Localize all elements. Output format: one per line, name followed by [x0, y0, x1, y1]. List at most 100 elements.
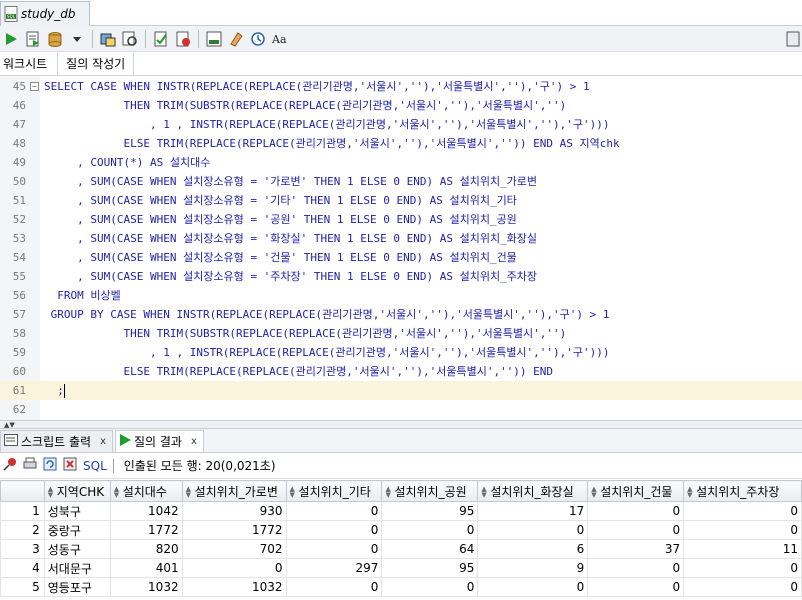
- table-cell[interactable]: 0: [285, 520, 383, 540]
- table-cell[interactable]: 1772: [109, 520, 183, 540]
- table-row[interactable]: 2 중랑구 1772 1772 0 0 0 0 0: [0, 520, 802, 540]
- tab-query-result[interactable]: 질의 결과 x: [114, 430, 204, 452]
- code-line[interactable]: 56 FROM 비상벨: [0, 286, 802, 305]
- table-cell[interactable]: 9: [477, 558, 589, 578]
- table-cell[interactable]: 0: [683, 501, 802, 521]
- table-row[interactable]: 3 성동구 820 702 0 64 6 37 11: [0, 539, 802, 559]
- commit-icon[interactable]: [46, 30, 64, 48]
- delete-icon[interactable]: [63, 457, 77, 474]
- table-cell[interactable]: 0: [683, 520, 802, 540]
- table-cell[interactable]: 서대문구: [43, 558, 111, 578]
- sql-editor[interactable]: 45− SELECT CASE WHEN INSTR(REPLACE(REPLAC…: [0, 76, 802, 420]
- table-row[interactable]: 4 서대문구 401 0 297 95 9 0 0: [0, 558, 802, 578]
- explain-plan-icon[interactable]: [99, 30, 117, 48]
- panel-splitter[interactable]: ▲▼: [0, 420, 802, 429]
- table-cell[interactable]: 영등포구: [43, 577, 111, 597]
- column-header[interactable]: ▲ ▼ 설치위치_화장실: [477, 480, 589, 502]
- tab-worksheet[interactable]: 워크시트: [0, 52, 59, 76]
- column-header[interactable]: ▲ ▼ 설치위치_공원: [381, 480, 479, 502]
- code-line[interactable]: 60 ELSE TRIM(REPLACE(REPLACE(관리기관명,'서울시'…: [0, 362, 802, 381]
- dropdown-arrow-icon[interactable]: [68, 30, 86, 48]
- table-cell[interactable]: 0: [587, 577, 685, 597]
- table-cell[interactable]: 0: [477, 520, 589, 540]
- autotrace-icon[interactable]: [121, 30, 139, 48]
- table-cell[interactable]: 297: [285, 558, 383, 578]
- table-cell[interactable]: 17: [477, 501, 589, 521]
- table-cell[interactable]: 0: [683, 577, 802, 597]
- table-cell[interactable]: 성동구: [43, 539, 111, 559]
- column-header[interactable]: ▲ ▼ 지역CHK: [43, 480, 111, 502]
- tab-script-output[interactable]: 스크립트 출력 x: [0, 430, 113, 452]
- code-line[interactable]: 50 , SUM(CASE WHEN 설치장소유형 = '가로변' THEN 1…: [0, 172, 802, 191]
- history-icon[interactable]: [249, 30, 267, 48]
- close-icon[interactable]: x: [191, 436, 197, 447]
- table-cell[interactable]: 64: [381, 539, 479, 559]
- refresh-icon[interactable]: [43, 457, 57, 474]
- table-cell[interactable]: 0: [477, 577, 589, 597]
- table-cell[interactable]: 0: [381, 577, 479, 597]
- run-statement-icon[interactable]: [2, 30, 20, 48]
- doc-tab-study-db[interactable]: SQL study_db: [0, 1, 90, 26]
- table-cell[interactable]: 930: [181, 501, 287, 521]
- code-line[interactable]: 45− SELECT CASE WHEN INSTR(REPLACE(REPLAC…: [0, 77, 802, 96]
- code-line[interactable]: 52 , SUM(CASE WHEN 설치장소유형 = '공원' THEN 1 …: [0, 210, 802, 229]
- close-icon[interactable]: x: [100, 436, 106, 447]
- code-line[interactable]: 47 , 1 , INSTR(REPLACE(REPLACE(관리기관명,'서울…: [0, 115, 802, 134]
- table-cell[interactable]: 702: [181, 539, 287, 559]
- table-cell[interactable]: 0: [587, 520, 685, 540]
- table-cell[interactable]: 1772: [181, 520, 287, 540]
- table-cell[interactable]: 0: [285, 501, 383, 521]
- sql-button[interactable]: SQL: [83, 459, 107, 473]
- table-cell[interactable]: 95: [381, 501, 479, 521]
- table-cell[interactable]: 401: [109, 558, 183, 578]
- code-line[interactable]: 51 , SUM(CASE WHEN 설치장소유형 = '기타' THEN 1 …: [0, 191, 802, 210]
- table-cell[interactable]: 0: [587, 501, 685, 521]
- table-cell[interactable]: 6: [477, 539, 589, 559]
- column-header[interactable]: ▲ ▼ 설치위치_가로변: [181, 480, 287, 502]
- code-line[interactable]: 49 , COUNT(*) AS 설치대수: [0, 153, 802, 172]
- table-cell[interactable]: 0: [181, 558, 287, 578]
- rollback-icon[interactable]: [174, 30, 192, 48]
- code-line[interactable]: 55 , SUM(CASE WHEN 설치장소유형 = '주차장' THEN 1…: [0, 267, 802, 286]
- case-icon[interactable]: Aa: [271, 30, 289, 48]
- column-header[interactable]: ▲ ▼ 설치위치_주차장: [683, 480, 802, 502]
- table-cell[interactable]: 중랑구: [43, 520, 111, 540]
- code-line[interactable]: 46 THEN TRIM(SUBSTR(REPLACE(REPLACE(관리기관…: [0, 96, 802, 115]
- connection-icon[interactable]: [784, 30, 802, 48]
- code-line[interactable]: 59 , 1 , INSTR(REPLACE(REPLACE(관리기관명,'서울…: [0, 343, 802, 362]
- table-cell[interactable]: 1032: [181, 577, 287, 597]
- table-cell[interactable]: 820: [109, 539, 183, 559]
- code-line[interactable]: 57 GROUP BY CASE WHEN INSTR(REPLACE(REPL…: [0, 305, 802, 324]
- column-header[interactable]: ▲ ▼ 설치위치_기타: [285, 480, 383, 502]
- run-script-icon[interactable]: [24, 30, 42, 48]
- sql-tuning-icon[interactable]: [205, 30, 223, 48]
- tab-query-builder[interactable]: 질의 작성기: [58, 52, 135, 76]
- column-header[interactable]: ▲ ▼ 설치위치_건물: [587, 480, 685, 502]
- code-line[interactable]: 54 , SUM(CASE WHEN 설치장소유형 = '건물' THEN 1 …: [0, 248, 802, 267]
- print-icon[interactable]: [23, 457, 37, 474]
- collapse-arrows-icon[interactable]: ▲▼: [4, 421, 15, 429]
- result-grid[interactable]: ▲ ▼ 지역CHK ▲ ▼ 설치대수 ▲ ▼ 설치위치_가로변 ▲ ▼ 설치위치_기타 ▲ ▼ 설치위치_공…: [0, 480, 802, 600]
- table-cell[interactable]: 1032: [109, 577, 183, 597]
- fold-toggle-icon[interactable]: −: [30, 82, 39, 91]
- table-cell[interactable]: 11: [683, 539, 802, 559]
- code-line[interactable]: 61 ;: [0, 381, 802, 400]
- table-cell[interactable]: 0: [285, 577, 383, 597]
- table-cell[interactable]: 0: [683, 558, 802, 578]
- table-cell[interactable]: 0: [587, 558, 685, 578]
- pin-icon[interactable]: [3, 457, 17, 474]
- table-cell[interactable]: 1042: [109, 501, 183, 521]
- table-cell[interactable]: 0: [285, 539, 383, 559]
- commit-check-icon[interactable]: [152, 30, 170, 48]
- code-line[interactable]: 62: [0, 400, 802, 419]
- table-row[interactable]: 5 영등포구 1032 1032 0 0 0 0 0: [0, 577, 802, 597]
- table-cell[interactable]: 95: [381, 558, 479, 578]
- table-cell[interactable]: 0: [381, 520, 479, 540]
- table-cell[interactable]: 성북구: [43, 501, 111, 521]
- clear-icon[interactable]: [227, 30, 245, 48]
- code-line[interactable]: 48 ELSE TRIM(REPLACE(REPLACE(관리기관명,'서울시'…: [0, 134, 802, 153]
- column-header[interactable]: ▲ ▼ 설치대수: [109, 480, 183, 502]
- table-cell[interactable]: 37: [587, 539, 685, 559]
- table-row[interactable]: 1 성북구 1042 930 0 95 17 0 0: [0, 501, 802, 521]
- code-line[interactable]: 53 , SUM(CASE WHEN 설치장소유형 = '화장실' THEN 1…: [0, 229, 802, 248]
